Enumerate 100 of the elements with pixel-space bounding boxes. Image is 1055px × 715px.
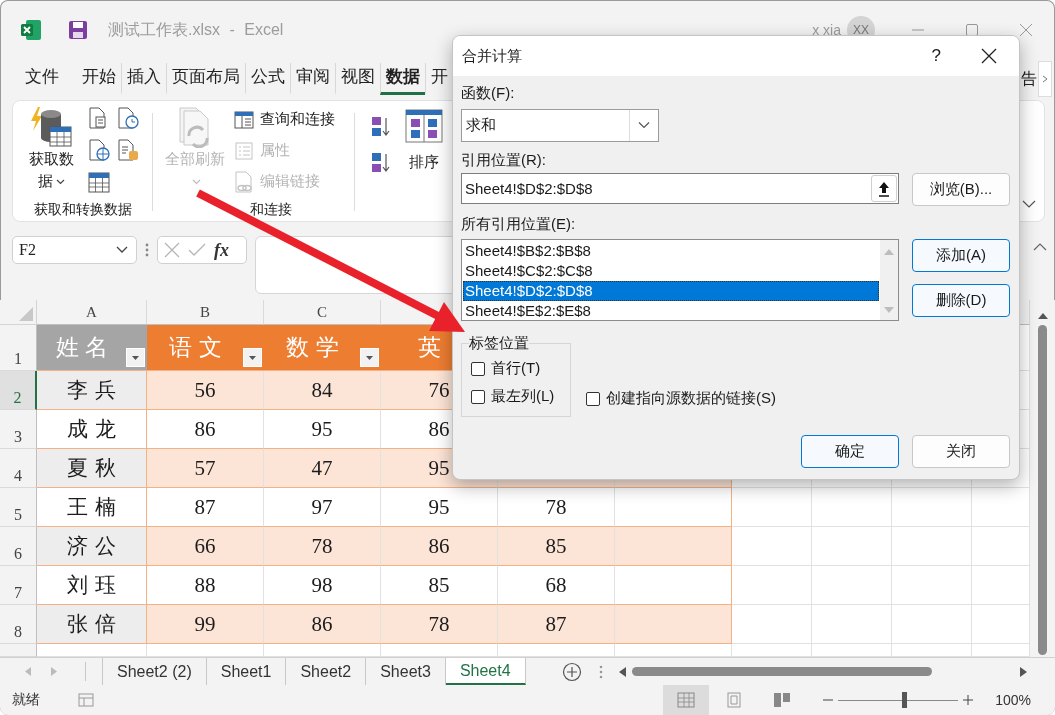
grid-cell[interactable]	[892, 566, 972, 605]
ribbon-tab[interactable]: 公式	[245, 63, 290, 95]
previous-sheet-icon[interactable]	[25, 667, 31, 676]
row-header[interactable]: 2	[0, 371, 37, 410]
database-document-icon[interactable]	[117, 139, 139, 161]
grid-cell[interactable]	[732, 605, 812, 644]
row-header[interactable]	[0, 644, 37, 657]
chevron-up-icon[interactable]	[1033, 242, 1047, 251]
page-layout-icon	[725, 692, 744, 708]
scroll-right-icon[interactable]	[1020, 666, 1027, 677]
dialog-button[interactable]: 添加(A)	[912, 239, 1010, 272]
grid-cell[interactable]	[892, 488, 972, 527]
select-all-icon[interactable]	[19, 307, 33, 321]
sheet-tab[interactable]: Sheet4	[445, 658, 526, 685]
dialog-button[interactable]: 关闭	[912, 435, 1010, 468]
dialog-button[interactable]: 删除(D)	[912, 284, 1010, 317]
ribbon-tab[interactable]: 视图	[335, 63, 380, 95]
globe-document-icon[interactable]	[88, 139, 110, 161]
clock-document-icon[interactable]	[117, 107, 139, 129]
dialog-title: 合并计算	[462, 46, 523, 66]
checkbox[interactable]	[471, 361, 485, 376]
table-cell: 78	[381, 605, 498, 644]
grid-cell[interactable]	[812, 488, 892, 527]
list-item[interactable]: Sheet4!$D$2:$D$8	[463, 281, 879, 301]
zoom-level: 100%	[995, 692, 1031, 708]
add-sheet-icon[interactable]	[561, 661, 582, 682]
ribbon-tab[interactable]: 审阅	[290, 63, 335, 95]
row-header[interactable]: 1	[0, 325, 37, 371]
status-text: 就绪	[12, 691, 40, 709]
chevron-down-icon[interactable]	[1022, 199, 1036, 209]
scroll-down-icon[interactable]	[884, 307, 894, 314]
page-break-icon	[773, 692, 792, 708]
row-header[interactable]: 6	[0, 527, 37, 566]
grid-cell[interactable]	[732, 566, 812, 605]
list-item[interactable]: Sheet4!$B$2:$B$8	[463, 241, 879, 261]
text-document-icon[interactable]	[88, 107, 108, 129]
help-button[interactable]: ?	[931, 46, 941, 66]
function-dropdown[interactable]: 求和	[461, 109, 659, 142]
confirm-icon[interactable]	[188, 243, 206, 257]
ribbon-tab[interactable]: 数据	[380, 63, 425, 95]
checkbox[interactable]	[586, 391, 600, 406]
row-header[interactable]: 5	[0, 488, 37, 527]
scroll-up-icon[interactable]	[1037, 312, 1048, 319]
row-header[interactable]: 4	[0, 449, 37, 488]
ribbon-button[interactable]: 排序	[405, 109, 443, 173]
ribbon-button[interactable]: 查询和连接	[234, 104, 335, 135]
dialog-button[interactable]: 确定	[801, 435, 899, 468]
slider-thumb[interactable]	[902, 692, 908, 708]
row-header[interactable]: 8	[0, 605, 37, 644]
table-cell: 78	[498, 488, 615, 527]
grid-cell[interactable]	[892, 605, 972, 644]
chevron-right-icon[interactable]	[1038, 61, 1052, 97]
grid-cell[interactable]	[732, 527, 812, 566]
list-item[interactable]: Sheet4!$C$2:$C$8	[463, 261, 879, 281]
group-label: 和连接	[250, 200, 292, 219]
macro-record-icon[interactable]	[78, 693, 94, 707]
grid-cell[interactable]	[812, 605, 892, 644]
table-cell: 87	[498, 605, 615, 644]
save-icon[interactable]	[68, 20, 88, 40]
grid-cell[interactable]	[732, 488, 812, 527]
grid-cell[interactable]	[812, 566, 892, 605]
column-header[interactable]: B	[147, 300, 264, 325]
browse-button[interactable]: 浏览(B)...	[912, 173, 1010, 206]
ribbon-tab[interactable]: 开始	[76, 63, 121, 95]
grid-cell[interactable]	[892, 527, 972, 566]
ribbon-tab[interactable]: 页面布局	[166, 63, 245, 95]
next-sheet-icon[interactable]	[51, 667, 57, 676]
field-label: 引用位置(R):	[461, 150, 547, 170]
row-header[interactable]: 3	[0, 410, 37, 449]
close-icon[interactable]	[981, 48, 997, 64]
column-header[interactable]: C	[264, 300, 381, 325]
insert-function-button[interactable]: fx	[214, 239, 229, 261]
ribbon-tab[interactable]: 插入	[121, 63, 166, 95]
table-icon[interactable]	[88, 171, 110, 193]
collapse-dialog-button[interactable]	[871, 175, 897, 202]
list-item[interactable]: Sheet4!$E$2:$E$8	[463, 301, 879, 321]
table-cell: 张倍	[37, 605, 147, 644]
dropdown-icon[interactable]	[116, 246, 128, 254]
filter-button[interactable]	[126, 348, 145, 367]
grid-cell[interactable]	[812, 527, 892, 566]
scrollbar-thumb[interactable]	[631, 667, 932, 676]
ribbon-tab[interactable]: 告	[1021, 68, 1037, 90]
query-table-icon	[234, 110, 254, 129]
table-cell: 刘珏	[37, 566, 147, 605]
filter-button[interactable]	[243, 348, 262, 367]
zoom-in-icon[interactable]	[963, 695, 974, 705]
view-button[interactable]	[663, 685, 710, 715]
scroll-left-icon[interactable]	[618, 666, 626, 677]
scrollbar-thumb[interactable]	[1038, 325, 1047, 655]
cancel-icon[interactable]	[164, 242, 180, 258]
row-header[interactable]: 7	[0, 566, 37, 605]
filter-button[interactable]	[360, 348, 379, 367]
table-cell: 夏秋	[37, 449, 147, 488]
checkbox[interactable]	[471, 389, 485, 404]
reference-field[interactable]: Sheet4!$D$2:$D$8	[461, 173, 899, 204]
name-box[interactable]: F2	[12, 236, 137, 264]
ribbon-tab[interactable]: 文件	[19, 63, 64, 95]
ribbon-button[interactable]: 获取数据	[25, 106, 77, 192]
column-header[interactable]: A	[37, 300, 147, 325]
table-cell: 86	[147, 410, 264, 449]
